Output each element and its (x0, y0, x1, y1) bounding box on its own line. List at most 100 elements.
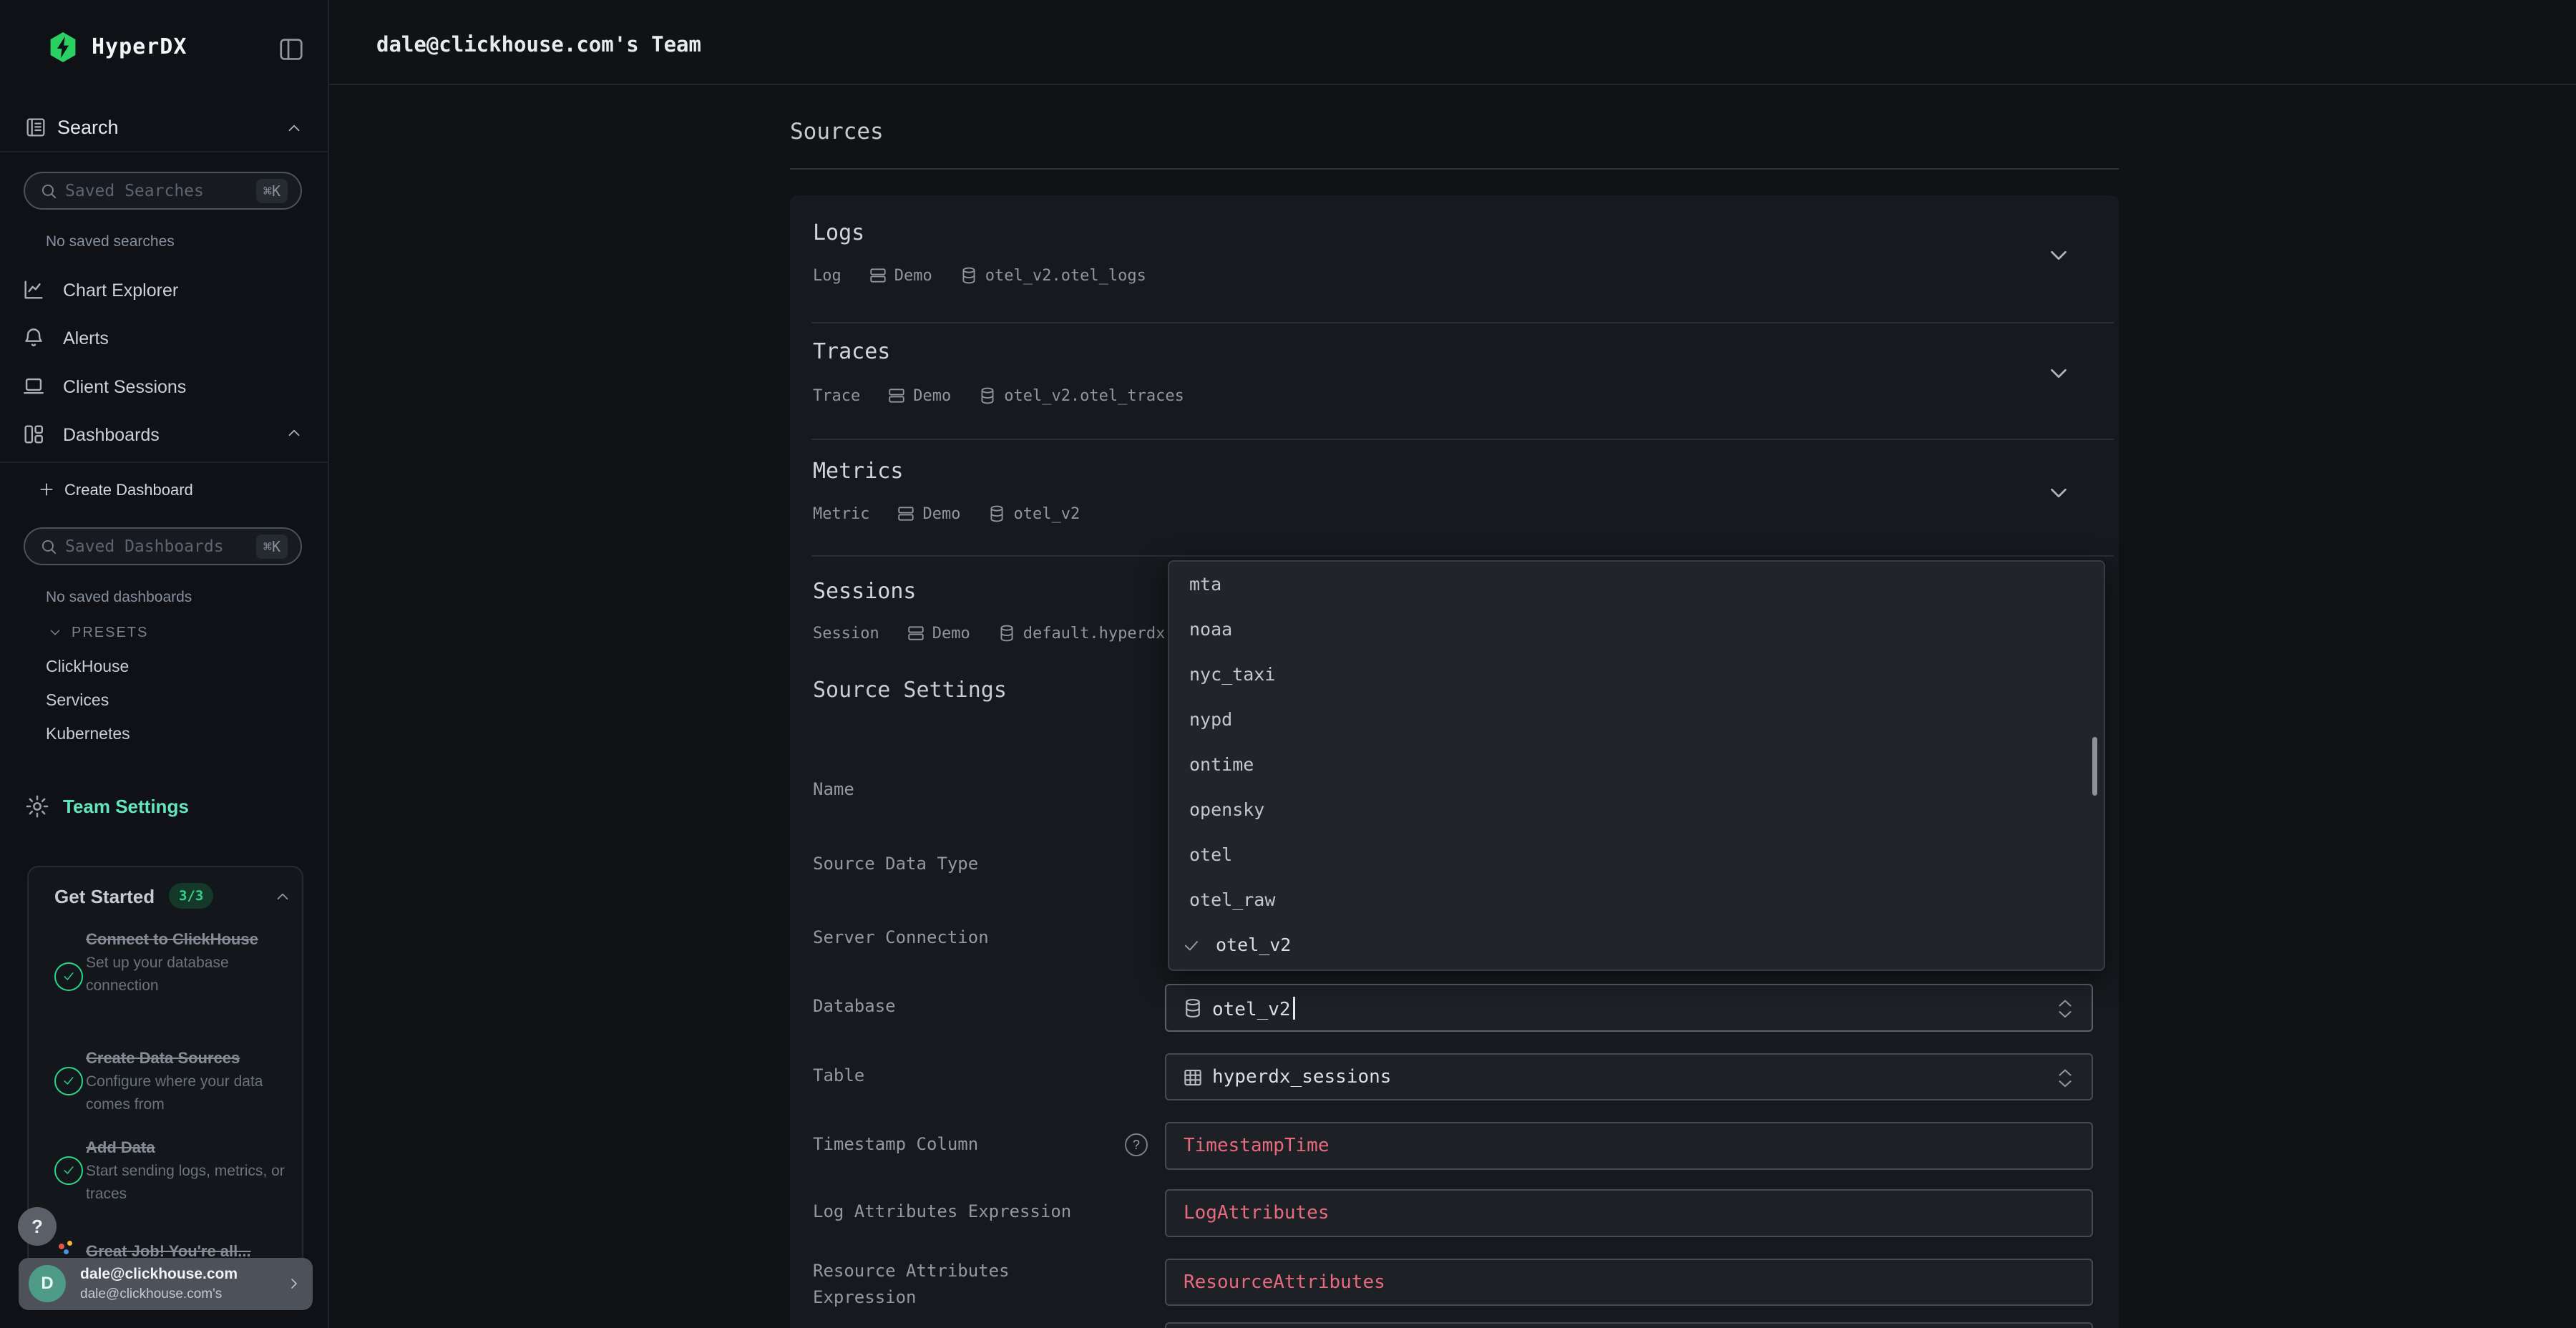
dropdown-option[interactable]: noaa (1169, 607, 2104, 652)
team-settings-link[interactable]: Team Settings (63, 796, 189, 818)
source-meta-row: Session Demo default.hyperdx_s (813, 624, 1165, 643)
divider (0, 462, 329, 463)
get-started-step[interactable]: Create Data Sources Configure where your… (86, 1046, 291, 1116)
preset-item-services[interactable]: Services (46, 690, 109, 710)
dropdown-option[interactable]: ontime (1169, 742, 2104, 787)
source-type: Session (813, 625, 879, 643)
sidebar-item-client-sessions[interactable]: Client Sessions (0, 377, 328, 399)
search-icon (39, 182, 58, 200)
source-section-title: Metrics (813, 459, 903, 484)
chevron-down-icon[interactable] (2045, 360, 2072, 387)
dropdown-scrollbar[interactable] (2092, 737, 2097, 796)
check-icon (1182, 936, 1201, 954)
connection-chip: Demo (897, 504, 960, 523)
app-window: HyperDX Search Saved Searches ⌘K No save… (0, 0, 2576, 1328)
no-saved-dashboards-text: No saved dashboards (46, 589, 192, 606)
sidebar-item-alerts[interactable]: Alerts (0, 328, 328, 350)
check-circle-icon (54, 1156, 83, 1185)
presets-header[interactable]: PRESETS (72, 625, 148, 641)
next-field-input[interactable] (1165, 1322, 2093, 1328)
get-started-step[interactable]: Add Data Start sending logs, metrics, or… (86, 1136, 291, 1206)
no-saved-searches-text: No saved searches (46, 233, 175, 250)
divider (811, 439, 2114, 440)
dashboard-grid-icon (21, 422, 46, 446)
chevron-up-icon[interactable] (273, 887, 292, 906)
chevron-up-icon[interactable] (285, 119, 303, 137)
field-label-name: Name (813, 779, 854, 799)
source-settings-heading: Source Settings (813, 678, 1007, 703)
saved-searches-placeholder: Saved Searches (65, 182, 204, 200)
progress-badge: 3/3 (169, 883, 213, 909)
sidebar-section-search[interactable]: Search (57, 117, 119, 139)
connection-chip: Demo (887, 386, 951, 405)
dropdown-option[interactable]: otel_raw (1169, 877, 2104, 922)
sidebar-item-chart-explorer[interactable]: Chart Explorer (0, 280, 328, 302)
source-section-title: Logs (813, 220, 864, 245)
laptop-icon (21, 374, 46, 399)
shortcut-badge: ⌘K (256, 179, 288, 203)
source-type: Metric (813, 505, 869, 523)
gear-icon (24, 794, 50, 819)
page-title: dale@clickhouse.com's Team (376, 32, 701, 57)
dropdown-option-selected[interactable]: otel_v2 (1169, 922, 2104, 967)
dropdown-option[interactable]: nyc_taxi (1169, 652, 2104, 697)
field-label-resource-attributes: Resource Attributes Expression (813, 1258, 1121, 1311)
divider (811, 555, 2114, 557)
source-section-title: Sessions (813, 579, 917, 604)
source-meta-row: Metric Demo otel_v2 (813, 504, 1080, 523)
table-value: hyperdx_sessions (1212, 1066, 1391, 1088)
user-menu[interactable]: D dale@clickhouse.com dale@clickhouse.co… (19, 1258, 313, 1310)
timestamp-column-input[interactable]: TimestampTime (1165, 1122, 2093, 1170)
saved-searches-input[interactable]: Saved Searches ⌘K (24, 172, 302, 210)
select-chevrons-icon[interactable] (2054, 1066, 2076, 1090)
connection-chip: Demo (907, 624, 970, 643)
log-attributes-value: LogAttributes (1184, 1202, 1330, 1224)
table-select[interactable]: hyperdx_sessions (1165, 1053, 2093, 1100)
resource-attributes-value: ResourceAttributes (1184, 1271, 1385, 1293)
chevron-down-icon[interactable] (47, 625, 63, 640)
preset-item-clickhouse[interactable]: ClickHouse (46, 657, 129, 676)
chevron-down-icon[interactable] (2045, 242, 2072, 269)
help-tooltip-icon[interactable]: ? (1125, 1133, 1148, 1156)
divider (811, 322, 2114, 323)
dropdown-option[interactable]: nypd (1169, 697, 2104, 742)
get-started-step[interactable]: Connect to ClickHouse Set up your databa… (86, 927, 291, 997)
hyperdx-logo-icon[interactable] (46, 30, 80, 64)
avatar: D (29, 1265, 66, 1302)
search-section-icon (24, 116, 47, 139)
table-chip: otel_v2.otel_traces (978, 386, 1184, 405)
help-button[interactable]: ? (18, 1207, 57, 1246)
field-label-table: Table (813, 1065, 864, 1085)
database-value: otel_v2 (1212, 997, 1295, 1020)
dropdown-option[interactable]: otel (1169, 832, 2104, 877)
get-started-title: Get Started (54, 886, 155, 908)
connection-chip: Demo (869, 266, 932, 285)
resource-attributes-input[interactable]: ResourceAttributes (1165, 1259, 2093, 1306)
chevron-up-icon[interactable] (285, 424, 303, 442)
log-attributes-input[interactable]: LogAttributes (1165, 1189, 2093, 1237)
dropdown-option[interactable]: opensky (1169, 787, 2104, 832)
bell-icon (21, 326, 46, 350)
check-circle-icon (54, 1067, 83, 1095)
create-dashboard-button[interactable]: Create Dashboard (64, 481, 193, 499)
table-chip: otel_v2 (987, 504, 1080, 523)
database-select[interactable]: otel_v2 (1165, 984, 2093, 1032)
dropdown-option[interactable]: mta (1169, 562, 2104, 607)
check-circle-icon (54, 962, 83, 991)
chevron-right-icon (286, 1275, 303, 1292)
sources-heading: Sources (790, 119, 884, 145)
database-icon (1182, 997, 1204, 1019)
field-label-source-data-type: Source Data Type (813, 854, 978, 874)
sidebar-collapse-icon[interactable] (278, 36, 305, 63)
table-chip: otel_v2.otel_logs (960, 266, 1146, 285)
user-email: dale@clickhouse.com (80, 1266, 238, 1283)
select-chevrons-icon[interactable] (2054, 997, 2076, 1021)
sidebar-item-dashboards[interactable]: Dashboards (0, 425, 328, 446)
table-chip: default.hyperdx_s (997, 624, 1165, 643)
chevron-down-icon[interactable] (2045, 479, 2072, 507)
app-title[interactable]: HyperDX (92, 34, 187, 59)
saved-dashboards-input[interactable]: Saved Dashboards ⌘K (24, 527, 302, 565)
preset-item-kubernetes[interactable]: Kubernetes (46, 724, 130, 743)
field-label-server-connection: Server Connection (813, 927, 989, 947)
divider (0, 151, 329, 152)
